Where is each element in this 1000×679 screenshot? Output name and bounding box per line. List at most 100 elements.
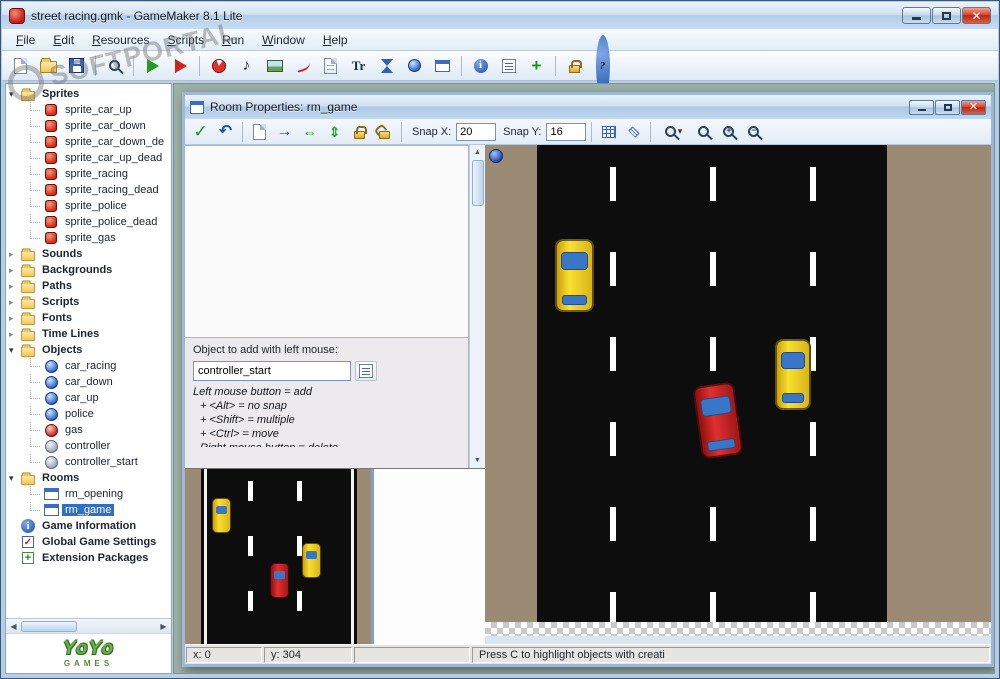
chevron-right-icon[interactable] [9,314,20,323]
sort-horizontal-button[interactable]: ⇔ [298,121,321,143]
scroll-down-icon[interactable]: ▼ [471,453,485,468]
yellow-car-instance[interactable] [775,339,811,410]
maximize-button[interactable] [932,7,961,24]
scroll-right-icon[interactable]: ▶ [156,620,171,633]
chevron-right-icon[interactable] [9,266,20,275]
sidebar-item-sprite-racing-dead[interactable]: sprite_racing_dead [6,181,171,198]
room-canvas[interactable] [485,145,991,644]
sidebar-item-car-up[interactable]: car_up [6,389,171,406]
undo-button[interactable]: ↶ [214,121,237,143]
sidebar-item-sprite-car-up-dead[interactable]: sprite_car_up_dead [6,149,171,166]
sidebar-item-extension-packages[interactable]: Extension Packages [6,550,171,566]
zoom-100-button[interactable] [102,54,127,78]
sidebar-item-car-down[interactable]: car_down [6,373,171,390]
create-object-button[interactable] [402,54,427,78]
chevron-right-icon[interactable] [9,330,20,339]
sidebar-item-backgrounds[interactable]: Backgrounds [6,262,171,278]
chevron-down-icon[interactable] [9,90,20,99]
tree-horizontal-scrollbar[interactable]: ◀ ▶ [6,618,171,633]
menu-run[interactable]: Run [213,30,253,50]
sidebar-item-sprite-police[interactable]: sprite_police [6,197,171,214]
menu-file[interactable]: File [7,30,44,50]
instance-list[interactable] [185,145,469,338]
chevron-down-icon[interactable] [9,346,20,355]
sidebar-item-sprite-car-down-dead[interactable]: sprite_car_down_de [6,133,171,150]
sidebar-item-global-game-settings[interactable]: Global Game Settings [6,534,171,550]
sidebar-item-paths[interactable]: Paths [6,278,171,294]
scroll-up-icon[interactable]: ▲ [471,145,485,160]
room-window-titlebar[interactable]: Room Properties: rm_game ✕ [185,95,991,119]
sort-vertical-button[interactable]: ⇕ [323,121,346,143]
sidebar-item-gas[interactable]: gas [6,421,171,438]
yellow-car-instance[interactable] [302,543,321,578]
titlebar[interactable]: street racing.gmk - GameMaker 8.1 Lite ✕ [2,2,998,29]
chevron-down-icon[interactable] [9,474,20,483]
save-file-button[interactable] [64,54,89,78]
menu-window[interactable]: Window [253,30,314,50]
sidebar-item-sprite-racing[interactable]: sprite_racing [6,165,171,182]
close-button[interactable]: ✕ [962,7,991,24]
lock-button[interactable] [562,54,587,78]
create-font-button[interactable]: Tr [346,54,371,78]
chevron-right-icon[interactable] [9,298,20,307]
sidebar-item-scripts[interactable]: Scripts [6,294,171,310]
sidebar-item-sprite-car-down[interactable]: sprite_car_down [6,117,171,134]
sidebar-item-sprite-police-dead[interactable]: sprite_police_dead [6,213,171,230]
sidebar-item-objects[interactable]: Objects [6,342,171,358]
create-background-button[interactable] [262,54,287,78]
chevron-right-icon[interactable] [9,282,20,291]
create-sound-button[interactable]: ♪ [234,54,259,78]
create-path-button[interactable] [290,54,315,78]
controller-start-instance[interactable] [489,149,503,163]
ok-button[interactable]: ✓ [189,121,212,143]
sidebar-item-controller[interactable]: controller [6,437,171,454]
create-timeline-button[interactable] [374,54,399,78]
room-minimize-button[interactable] [909,99,934,115]
yellow-car-instance[interactable] [555,239,594,312]
sidebar-item-rm-game[interactable]: rm_game [6,501,171,518]
run-game-button[interactable] [140,54,165,78]
room-close-button[interactable]: ✕ [961,99,986,115]
create-room-button[interactable] [430,54,455,78]
menu-scripts[interactable]: Scripts [158,30,213,50]
sidebar-item-sounds[interactable]: Sounds [6,246,171,262]
zoom-menu-button[interactable]: ▾ [656,121,690,143]
sidebar-item-fonts[interactable]: Fonts [6,310,171,326]
room-maximize-button[interactable] [935,99,960,115]
create-sprite-button[interactable] [206,54,231,78]
isometric-toggle-button[interactable] [622,121,645,143]
menu-resources[interactable]: Resources [83,30,158,50]
minimize-button[interactable] [902,7,931,24]
sidebar-item-rm-opening[interactable]: rm_opening [6,485,171,502]
zoom-out-button[interactable]: − [742,121,765,143]
object-picker-button[interactable] [355,361,377,381]
sidebar-item-police[interactable]: police [6,405,171,422]
room-horizontal-scrollbar[interactable] [485,636,991,644]
zoom-in-button[interactable]: + [717,121,740,143]
sidebar-item-game-information[interactable]: Game Information [6,518,171,534]
snap-y-input[interactable] [546,122,587,141]
sidebar-item-rooms[interactable]: Rooms [6,470,171,486]
red-car-instance[interactable] [270,563,289,598]
grid-toggle-button[interactable] [597,121,620,143]
add-extension-button[interactable]: + [524,54,549,78]
scrollbar-thumb[interactable] [471,160,484,206]
help-button[interactable] [590,34,615,97]
clear-instances-button[interactable] [248,121,271,143]
menu-edit[interactable]: Edit [44,30,83,50]
background-room-window[interactable] [185,468,485,644]
chevron-right-icon[interactable] [9,250,20,259]
run-debug-button[interactable] [168,54,193,78]
global-settings-button[interactable] [496,54,521,78]
menu-help[interactable]: Help [314,30,357,50]
sidebar-item-time-lines[interactable]: Time Lines [6,326,171,342]
yellow-car-instance[interactable] [212,498,231,533]
new-file-button[interactable] [8,54,33,78]
shift-instances-button[interactable]: → [273,121,296,143]
unlock-instances-button[interactable] [373,121,396,143]
zoom-actual-button[interactable] [692,121,715,143]
sidebar-item-sprite-car-up[interactable]: sprite_car_up [6,101,171,118]
sidebar-item-sprite-gas[interactable]: sprite_gas [6,229,171,246]
snap-x-input[interactable] [456,122,497,141]
create-script-button[interactable] [318,54,343,78]
